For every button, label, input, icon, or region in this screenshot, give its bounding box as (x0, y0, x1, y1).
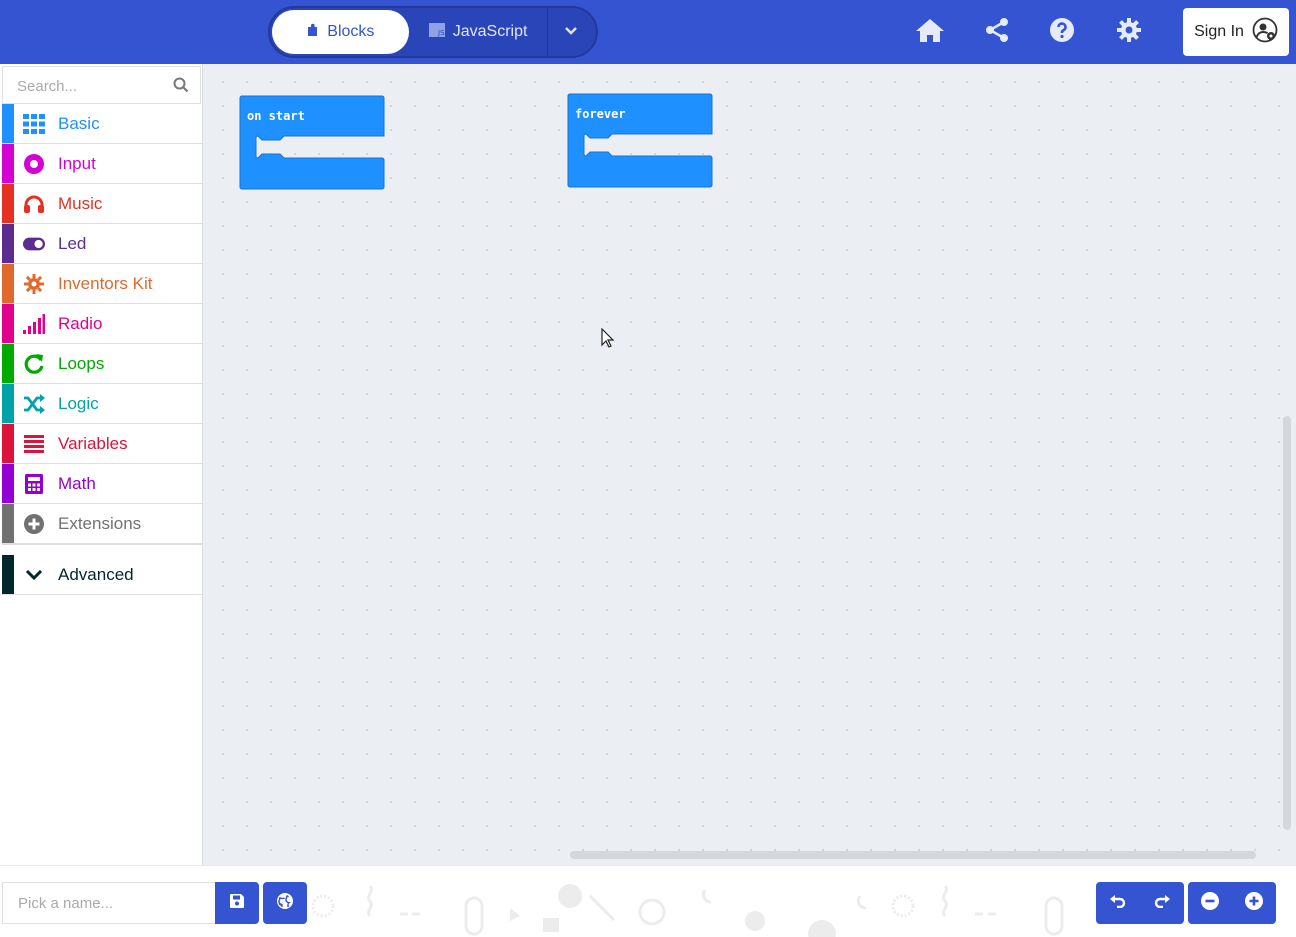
toolbox-search (2, 66, 201, 104)
header-bar: Blocks JS JavaScript Sign In (0, 0, 1296, 64)
category-color-bar (2, 304, 14, 343)
zoom-out-button[interactable] (1188, 882, 1232, 924)
sign-in-button[interactable]: Sign In (1183, 8, 1289, 56)
project-name-input[interactable] (2, 882, 215, 924)
category-label: Inventors Kit (58, 274, 153, 293)
category-color-bar (2, 104, 14, 143)
save-button[interactable] (215, 882, 259, 924)
redo-button[interactable] (1140, 882, 1184, 924)
home-icon (915, 17, 945, 48)
category-advanced[interactable]: Advanced (2, 555, 202, 595)
mouse-cursor-icon (601, 327, 615, 353)
category-logic[interactable]: Logic (2, 384, 202, 424)
blocks-tab-label: Blocks (327, 23, 375, 40)
github-button[interactable] (263, 882, 307, 924)
category-label: Loops (58, 354, 105, 373)
zoom-in-icon (1245, 891, 1263, 915)
javascript-tab[interactable]: JS JavaScript (409, 10, 548, 54)
category-color-bar (2, 384, 14, 423)
search-icon[interactable] (173, 77, 189, 98)
help-icon (1049, 17, 1075, 48)
category-color-bar (2, 504, 14, 543)
category-radio[interactable]: Radio (2, 304, 202, 344)
list-icon (23, 433, 45, 455)
category-color-bar (2, 144, 14, 183)
share-icon (984, 17, 1010, 48)
category-label: Math (58, 474, 96, 493)
zoom-in-button[interactable] (1232, 882, 1276, 924)
category-basic[interactable]: Basic (2, 104, 202, 144)
category-music[interactable]: Music (2, 184, 202, 224)
horizontal-scrollbar[interactable] (570, 851, 1256, 859)
chevron-down-icon (564, 23, 578, 41)
block-label: on start (247, 109, 305, 123)
zoom-group (1188, 882, 1276, 924)
category-color-bar (2, 424, 14, 463)
shuffle-icon (23, 393, 45, 415)
save-icon (230, 893, 244, 913)
gear-icon (23, 273, 45, 295)
help-button[interactable] (1046, 16, 1078, 48)
radio-target-icon (23, 153, 45, 175)
undo-button[interactable] (1096, 882, 1140, 924)
category-label: Input (58, 154, 96, 173)
gear-icon (1116, 17, 1142, 48)
settings-button[interactable] (1113, 16, 1145, 48)
svg-text:JS: JS (437, 29, 445, 37)
category-input[interactable]: Input (2, 144, 202, 184)
category-label: Logic (58, 394, 99, 413)
category-color-bar (2, 224, 14, 263)
javascript-tab-label: JavaScript (452, 23, 528, 40)
plus-circle-icon (23, 513, 45, 535)
blocks-workspace[interactable]: on start forever (203, 64, 1296, 865)
editor-mode-toggle: Blocks JS JavaScript (268, 6, 598, 58)
category-inventors-kit[interactable]: Inventors Kit (2, 264, 202, 304)
user-settings-icon (1252, 17, 1278, 48)
category-label: Basic (58, 114, 100, 133)
redo-icon (1154, 894, 1170, 913)
editor-footer (0, 865, 1296, 937)
headphones-icon (23, 193, 45, 215)
blocks-tab[interactable]: Blocks (272, 10, 409, 54)
grid-icon (23, 113, 45, 135)
chevron-down-icon (23, 564, 45, 586)
github-icon (277, 892, 293, 914)
mode-dropdown-button[interactable] (548, 10, 594, 54)
category-label: Radio (58, 314, 103, 333)
vertical-scrollbar[interactable] (1283, 416, 1291, 830)
category-loops[interactable]: Loops (2, 344, 202, 384)
category-color-bar (2, 344, 14, 383)
puzzle-icon (306, 23, 319, 42)
undo-redo-group (1096, 882, 1184, 924)
forever-block[interactable]: forever (567, 93, 715, 194)
category-label: Music (58, 194, 103, 213)
category-label: Advanced (58, 565, 134, 584)
calculator-icon (23, 473, 45, 495)
toggle-icon (23, 233, 45, 255)
js-file-icon: JS (428, 22, 445, 42)
category-math[interactable]: Math (2, 464, 202, 504)
category-color-bar (2, 184, 14, 223)
signal-bars-icon (23, 313, 45, 335)
search-input[interactable] (17, 75, 167, 97)
category-variables[interactable]: Variables (2, 424, 202, 464)
category-extensions[interactable]: Extensions (2, 504, 202, 544)
category-led[interactable]: Led (2, 224, 202, 264)
zoom-out-icon (1201, 891, 1219, 915)
undo-icon (1110, 894, 1126, 913)
refresh-icon (23, 353, 45, 375)
toolbox-panel: Basic Input Music Led Inventors Kit (0, 64, 203, 865)
category-label: Variables (58, 434, 128, 453)
advanced-divider (2, 544, 202, 545)
home-button[interactable] (914, 16, 946, 48)
share-button[interactable] (981, 16, 1013, 48)
on-start-block[interactable]: on start (239, 95, 387, 196)
category-color-bar (2, 264, 14, 303)
category-label: Led (58, 234, 87, 253)
category-color-bar (2, 464, 14, 503)
sign-in-label: Sign In (1194, 23, 1244, 40)
category-label: Extensions (58, 514, 142, 533)
block-label: forever (575, 107, 626, 121)
category-color-bar (2, 555, 14, 594)
